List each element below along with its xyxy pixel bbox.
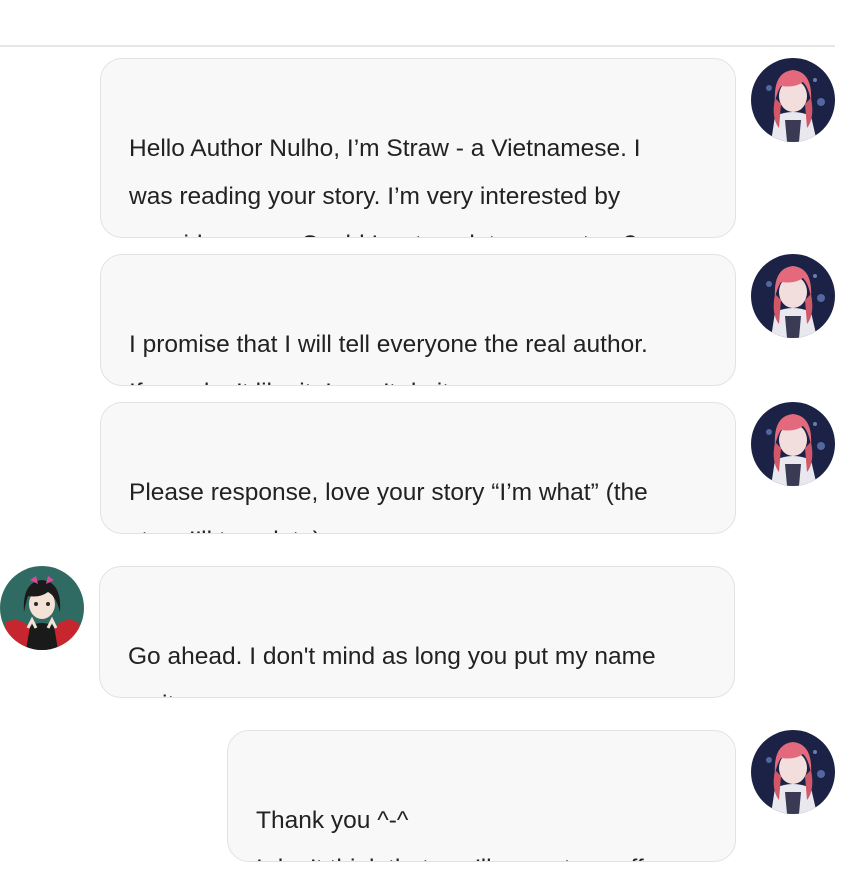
reader-avatar-4[interactable]: [751, 730, 835, 814]
message-text-4: Go ahead. I don't mind as long you put m…: [128, 643, 656, 697]
header-divider: [0, 45, 835, 47]
message-bubble-4[interactable]: Go ahead. I don't mind as long you put m…: [99, 566, 735, 698]
message-bubble-1[interactable]: Hello Author Nulho, I’m Straw - a Vietna…: [100, 58, 736, 238]
message-text-2: I promise that I will tell everyone the …: [129, 331, 648, 385]
message-text-5: Thank you ^-^ I don’t think that you’ll …: [256, 807, 665, 861]
author-avatar[interactable]: [0, 566, 84, 650]
pink-haired-girl-icon: [751, 402, 835, 486]
reader-avatar-3[interactable]: [751, 402, 835, 486]
dark-haired-girl-icon: [0, 566, 84, 650]
pink-haired-girl-icon: [751, 254, 835, 338]
chat-screen: Hello Author Nulho, I’m Straw - a Vietna…: [0, 0, 856, 871]
message-bubble-5[interactable]: Thank you ^-^ I don’t think that you’ll …: [227, 730, 736, 862]
message-text-3: Please response, love your story “I’m wh…: [129, 479, 648, 533]
message-bubble-2[interactable]: I promise that I will tell everyone the …: [100, 254, 736, 386]
pink-haired-girl-icon: [751, 730, 835, 814]
pink-haired-girl-icon: [751, 58, 835, 142]
reader-avatar-2[interactable]: [751, 254, 835, 338]
message-text-1: Hello Author Nulho, I’m Straw - a Vietna…: [129, 135, 641, 237]
message-bubble-3[interactable]: Please response, love your story “I’m wh…: [100, 402, 736, 534]
reader-avatar-1[interactable]: [751, 58, 835, 142]
